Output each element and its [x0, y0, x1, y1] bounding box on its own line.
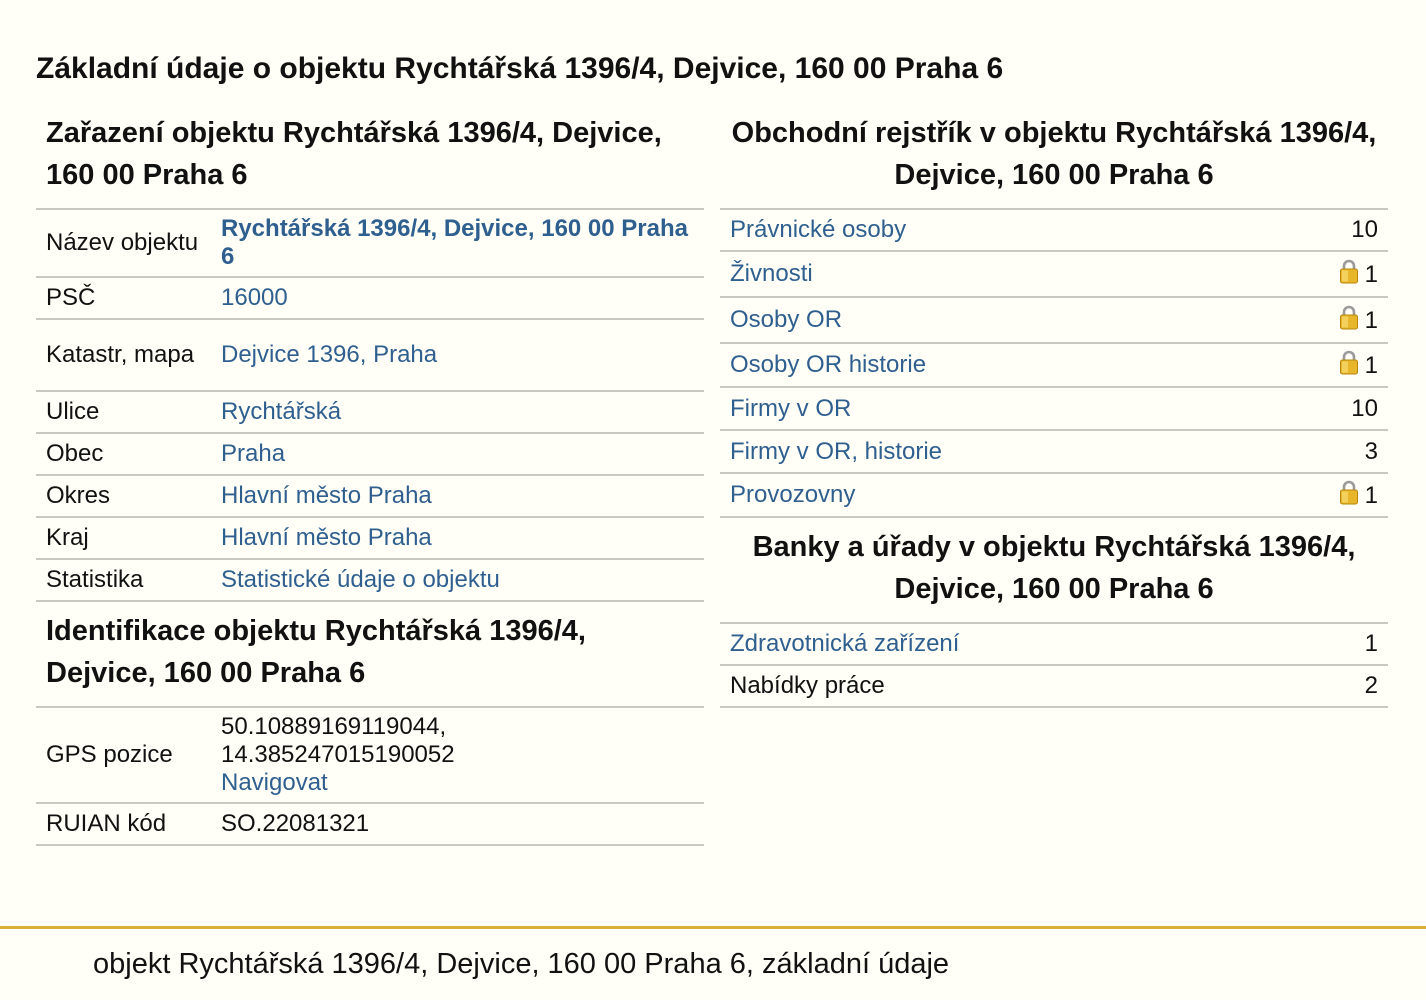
- obchodni-row-count: 3: [1364, 437, 1378, 465]
- identifikace-heading: Identifikace objektu Rychtářská 1396/4, …: [46, 615, 586, 689]
- banky-heading: Banky a úřady v objektu Rychtářská 1396/…: [752, 531, 1356, 605]
- table-row: Firmy v OR 10: [720, 387, 1388, 431]
- obchodni-row-label[interactable]: Právnické osoby: [730, 216, 906, 243]
- row-key: PSČ: [36, 277, 211, 320]
- row-key: RUIAN kód: [36, 803, 211, 846]
- footer-divider: [0, 926, 1426, 929]
- row-key: Okres: [36, 475, 211, 518]
- banky-row-label[interactable]: Zdravotnická zařízení: [730, 630, 959, 657]
- page-title: Základní údaje o objektu Rychtářská 1396…: [36, 52, 1004, 85]
- obchodni-row-label[interactable]: Firmy v OR, historie: [730, 438, 942, 465]
- zarazeni-heading: Zařazení objektu Rychtářská 1396/4, Dejv…: [46, 117, 662, 191]
- object-name-link[interactable]: Rychtářská 1396/4, Dejvice, 160 00 Praha…: [221, 215, 688, 270]
- footer-text: objekt Rychtářská 1396/4, Dejvice, 160 0…: [93, 948, 950, 980]
- table-row: Živnosti 1: [720, 251, 1388, 298]
- table-row: Provozovny 1: [720, 473, 1388, 518]
- obchodni-row-label[interactable]: Živnosti: [730, 260, 813, 287]
- zarazeni-table: Název objektu Rychtářská 1396/4, Dejvice…: [36, 208, 704, 602]
- table-row: Osoby OR historie 1: [720, 343, 1388, 388]
- obchodni-row-count: 1: [1364, 306, 1378, 334]
- obec-link[interactable]: Praha: [221, 440, 285, 467]
- left-column: Zařazení objektu Rychtářská 1396/4, Dejv…: [36, 112, 704, 846]
- table-row: RUIAN kód SO.22081321: [36, 803, 704, 846]
- obchodni-row-count: 1: [1364, 481, 1378, 509]
- row-key: Název objektu: [36, 209, 211, 278]
- padlock-icon[interactable]: [1339, 304, 1359, 337]
- table-row: Firmy v OR, historie 3: [720, 430, 1388, 474]
- statistika-link[interactable]: Statistické údaje o objektu: [221, 566, 500, 593]
- row-key: Statistika: [36, 559, 211, 602]
- padlock-icon[interactable]: [1339, 349, 1359, 382]
- right-column: Obchodní rejstřík v objektu Rychtářská 1…: [720, 112, 1388, 708]
- row-key: Katastr, mapa: [36, 319, 211, 392]
- banky-row-count: 1: [1364, 630, 1378, 657]
- table-row: GPS pozice 50.10889169119044, 14.3852470…: [36, 707, 704, 804]
- table-row: Okres Hlavní město Praha: [36, 475, 704, 518]
- kraj-link[interactable]: Hlavní město Praha: [221, 524, 432, 551]
- table-row: Název objektu Rychtářská 1396/4, Dejvice…: [36, 209, 704, 278]
- padlock-icon[interactable]: [1339, 258, 1359, 291]
- ruian-value: SO.22081321: [211, 803, 704, 846]
- table-row: Zdravotnická zařízení 1: [720, 623, 1388, 666]
- row-key: Obec: [36, 433, 211, 476]
- table-row: Kraj Hlavní město Praha: [36, 517, 704, 560]
- psc-link[interactable]: 16000: [221, 284, 288, 311]
- table-row: Osoby OR 1: [720, 297, 1388, 344]
- table-row: Nabídky práce 2: [720, 665, 1388, 708]
- banky-table: Zdravotnická zařízení 1 Nabídky práce 2: [720, 622, 1388, 708]
- padlock-icon[interactable]: [1339, 479, 1359, 512]
- ulice-link[interactable]: Rychtářská: [221, 398, 341, 425]
- row-key: Ulice: [36, 391, 211, 434]
- obchodni-row-label[interactable]: Osoby OR: [730, 306, 842, 333]
- obchodni-heading: Obchodní rejstřík v objektu Rychtářská 1…: [731, 117, 1377, 191]
- obchodni-table: Právnické osoby 10 Živnosti 1 Osoby OR 1 Osoby…: [720, 208, 1388, 518]
- identifikace-table: GPS pozice 50.10889169119044, 14.3852470…: [36, 706, 704, 846]
- table-row: PSČ 16000: [36, 277, 704, 320]
- table-row: Obec Praha: [36, 433, 704, 476]
- table-row: Katastr, mapa Dejvice 1396, Praha: [36, 319, 704, 392]
- banky-row-count: 2: [1364, 672, 1378, 699]
- table-row: Ulice Rychtářská: [36, 391, 704, 434]
- obchodni-row-count: 10: [1351, 394, 1378, 422]
- obchodni-row-label[interactable]: Provozovny: [730, 481, 855, 508]
- table-row: Právnické osoby 10: [720, 209, 1388, 252]
- row-key: Kraj: [36, 517, 211, 560]
- katastr-link[interactable]: Dejvice 1396, Praha: [221, 341, 437, 368]
- banky-row-label: Nabídky práce: [730, 672, 885, 699]
- okres-link[interactable]: Hlavní město Praha: [221, 482, 432, 509]
- row-key: GPS pozice: [36, 707, 211, 804]
- obchodni-row-count: 10: [1351, 216, 1378, 243]
- gps-latitude: 50.10889169119044,: [221, 713, 447, 740]
- navigate-link[interactable]: Navigovat: [221, 769, 328, 796]
- obchodni-row-label[interactable]: Firmy v OR: [730, 395, 851, 422]
- obchodni-row-label[interactable]: Osoby OR historie: [730, 351, 926, 378]
- obchodni-row-count: 1: [1364, 260, 1378, 288]
- gps-longitude: 14.385247015190052: [221, 741, 455, 768]
- obchodni-row-count: 1: [1364, 351, 1378, 379]
- table-row: Statistika Statistické údaje o objektu: [36, 559, 704, 602]
